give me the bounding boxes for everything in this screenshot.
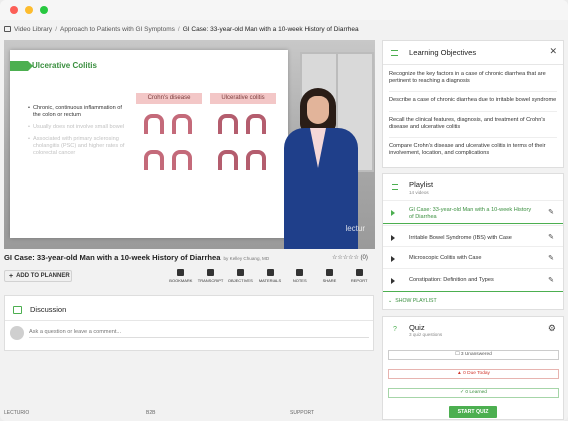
- objective-item: Recall the clinical features, diagnosis,…: [389, 117, 557, 139]
- objectives-button[interactable]: OBJECTIVES: [225, 269, 255, 287]
- play-icon: [391, 278, 395, 284]
- bookmark-icon: [177, 269, 185, 276]
- playlist-count: 14 videos: [409, 190, 429, 195]
- footer: LECTURIO B2B SUPPORT: [0, 402, 380, 421]
- slide-bullet: Associated with primary sclerosing chola…: [28, 136, 128, 157]
- colon-illustration: [144, 114, 164, 134]
- discussion-title: Discussion: [30, 305, 67, 314]
- minimize-window-button[interactable]: [25, 6, 33, 14]
- video-title: GI Case: 33-year-old Man with a 10-week …: [4, 253, 269, 262]
- quiz-title: Quiz: [409, 323, 425, 332]
- report-button[interactable]: REPORT: [344, 269, 374, 287]
- learning-objectives-panel: Learning Objectives ✕ Recognize the key …: [382, 40, 564, 168]
- learning-objectives-title: Learning Objectives: [409, 48, 477, 57]
- colon-illustration: [172, 114, 192, 134]
- close-window-button[interactable]: [10, 6, 18, 14]
- video-watermark: lectur: [345, 224, 365, 233]
- footer-link-lecturio[interactable]: LECTURIO: [4, 410, 29, 416]
- gear-icon[interactable]: ⚙: [548, 323, 556, 334]
- avatar: [10, 326, 24, 340]
- transcript-button[interactable]: TRANSCRIPT: [196, 269, 226, 287]
- objectives-icon: [236, 269, 244, 276]
- close-icon[interactable]: ✕: [549, 46, 557, 57]
- pencil-icon[interactable]: ✎: [548, 233, 554, 241]
- colon-illustration: [218, 150, 238, 170]
- colon-illustration: [144, 150, 164, 170]
- breadcrumb-video-library[interactable]: Video Library: [14, 26, 52, 33]
- objective-item: Compare Crohn's disease and ulcerative c…: [389, 143, 546, 157]
- maximize-window-button[interactable]: [40, 6, 48, 14]
- breadcrumb-current: GI Case: 33-year-old Man with a 10-week …: [182, 25, 359, 33]
- materials-icon: [266, 269, 274, 276]
- share-button[interactable]: SHARE: [315, 269, 345, 287]
- video-byline[interactable]: by Kelley Chuang, MD: [224, 256, 270, 261]
- transcript-icon: [207, 269, 215, 276]
- start-quiz-button[interactable]: START QUIZ: [449, 406, 497, 418]
- due-today-badge[interactable]: ▲ 0 Due Today: [388, 369, 559, 379]
- discussion-icon: [13, 305, 22, 314]
- plus-icon: +: [9, 272, 14, 280]
- browser-window: Video Library / Approach to Patients wit…: [0, 0, 568, 421]
- quiz-subtitle: 3 quiz questions: [409, 332, 443, 337]
- objective-item: Recognize the key factors in a case of c…: [389, 71, 557, 93]
- notes-button[interactable]: NOTES: [285, 269, 315, 287]
- report-icon: [355, 269, 363, 276]
- play-icon: [391, 210, 395, 216]
- slide-bullet: Chronic, continuous inflammation of the …: [28, 105, 128, 119]
- materials-button[interactable]: MATERIALS: [255, 269, 285, 287]
- rating-stars[interactable]: ☆☆☆☆☆ (0): [332, 254, 368, 261]
- comment-input[interactable]: [29, 327, 369, 338]
- pencil-icon[interactable]: ✎: [548, 208, 554, 216]
- video-toolbar: BOOKMARK TRANSCRIPT OBJECTIVES MATERIALS…: [166, 269, 374, 287]
- pencil-icon[interactable]: ✎: [548, 254, 554, 262]
- objectives-list: Recognize the key factors in a case of c…: [389, 71, 557, 168]
- playlist-item[interactable]: Constipation: Definition and Types ✎: [383, 268, 563, 292]
- playlist-panel: Playlist 14 videos GI Case: 33-year-old …: [382, 173, 564, 310]
- footer-link-support[interactable]: SUPPORT: [290, 410, 314, 416]
- playlist-icon: [392, 184, 398, 190]
- video-title-text: GI Case: 33-year-old Man with a 10-week …: [4, 253, 221, 262]
- play-icon: [391, 235, 395, 241]
- question-icon: ?: [393, 326, 397, 333]
- show-playlist-button[interactable]: ⌄ SHOW PLAYLIST: [388, 298, 437, 304]
- discussion-panel: Discussion: [4, 295, 374, 351]
- unanswered-badge[interactable]: ☐ 3 Unanswered: [388, 350, 559, 360]
- add-to-planner-button[interactable]: + ADD TO PLANNER: [4, 270, 72, 282]
- list-icon: [391, 50, 398, 56]
- objective-item: Describe a case of chronic diarrhea due …: [389, 97, 557, 112]
- play-icon: [391, 256, 395, 262]
- window-titlebar: [0, 0, 568, 20]
- pencil-icon[interactable]: ✎: [548, 276, 554, 284]
- slide-title-marker: [10, 61, 33, 71]
- colon-illustration: [246, 114, 266, 134]
- colon-illustration: [172, 150, 192, 170]
- slide-bullet: Usually does not involve small bowel: [28, 124, 128, 131]
- breadcrumb-course[interactable]: Approach to Patients with GI Symptoms: [60, 26, 175, 33]
- colon-illustration: [218, 114, 238, 134]
- share-icon: [325, 269, 333, 276]
- quiz-panel: ? Quiz 3 quiz questions ⚙ ☐ 3 Unanswered…: [382, 316, 564, 420]
- playlist-item[interactable]: Microscopic Colitis with Case ✎: [383, 246, 563, 270]
- notes-icon: [296, 269, 304, 276]
- slide-col-header-uc: Ulcerative colitis: [210, 93, 276, 104]
- playlist-title: Playlist: [409, 180, 434, 189]
- colon-illustration: [246, 150, 266, 170]
- footer-link-b2b[interactable]: B2B: [146, 410, 155, 416]
- lecture-slide: Ulcerative Colitis Crohn's disease Ulcer…: [10, 50, 288, 238]
- slide-title: Ulcerative Colitis: [32, 61, 97, 70]
- learned-badge[interactable]: ✓ 0 Learned: [388, 388, 559, 398]
- playlist-item[interactable]: GI Case: 33-year-old Man with a 10-week …: [383, 200, 563, 224]
- slide-bullets: Chronic, continuous inflammation of the …: [28, 105, 128, 162]
- video-library-icon: [4, 26, 11, 32]
- video-player[interactable]: Ulcerative Colitis Crohn's disease Ulcer…: [4, 40, 375, 249]
- slide-col-header-crohns: Crohn's disease: [136, 93, 202, 104]
- bookmark-button[interactable]: BOOKMARK: [166, 269, 196, 287]
- add-to-planner-label: ADD TO PLANNER: [16, 273, 70, 279]
- breadcrumb: Video Library / Approach to Patients wit…: [4, 23, 359, 35]
